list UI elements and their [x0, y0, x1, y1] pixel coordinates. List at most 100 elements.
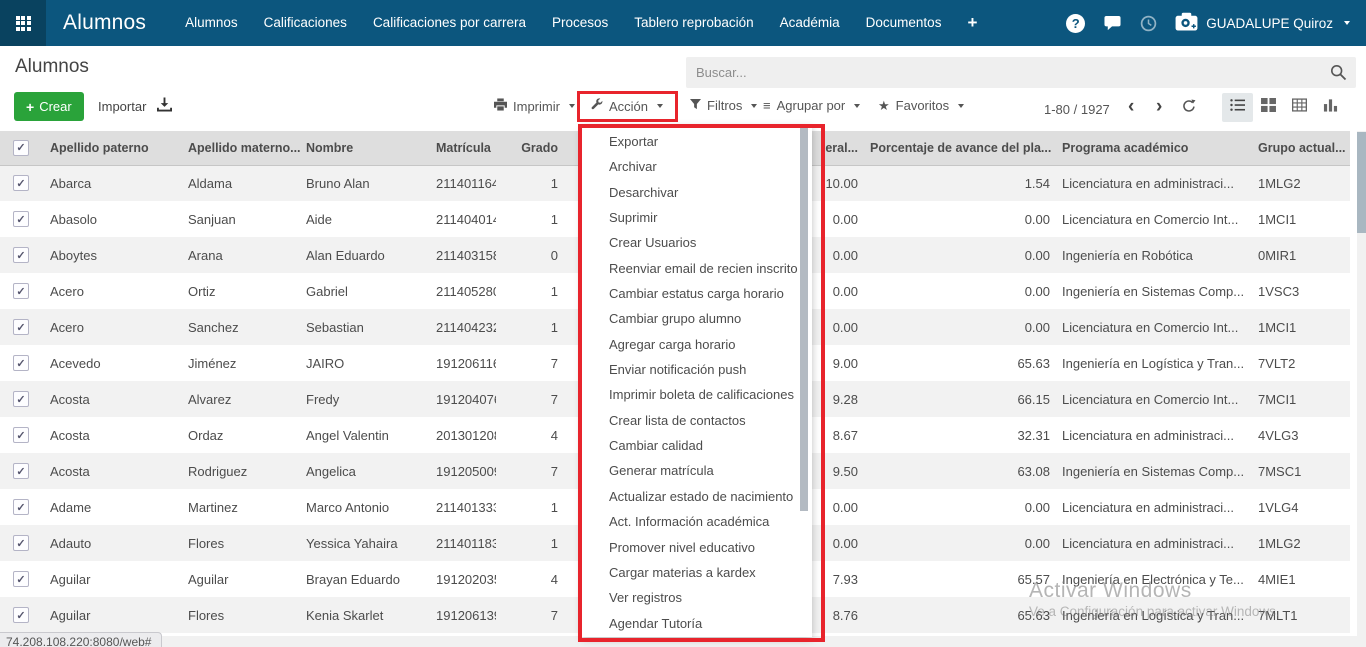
view-graph-button[interactable] [1315, 93, 1346, 122]
row-checkbox[interactable]: ✓ [13, 535, 29, 551]
app-brand[interactable]: Alumnos [46, 0, 172, 46]
action-item-agendar-tutoria[interactable]: Agendar Tutoría [582, 611, 812, 636]
action-item-crear-lista-de-contactos[interactable]: Crear lista de contactos [582, 408, 812, 433]
activity-clock-icon[interactable] [1140, 15, 1157, 32]
row-checkbox[interactable]: ✓ [13, 499, 29, 515]
nav-item-calificaciones-por-carrera[interactable]: Calificaciones por carrera [360, 0, 539, 46]
nav-item-alumnos[interactable]: Alumnos [172, 0, 251, 46]
cell-grado: 1 [496, 273, 564, 309]
view-pivot-button[interactable] [1284, 93, 1315, 122]
action-item-act-informacion-academica[interactable]: Act. Información académica [582, 509, 812, 534]
download-icon[interactable] [157, 97, 172, 117]
row-checkbox[interactable]: ✓ [13, 355, 29, 371]
col-header-grupo-actual[interactable]: Grupo actual... [1252, 131, 1350, 165]
row-checkbox[interactable]: ✓ [13, 427, 29, 443]
col-header-porcentaje-avance[interactable]: Porcentaje de avance del pla... [864, 131, 1056, 165]
filters-button[interactable]: Filtros [690, 98, 757, 113]
caret-down-icon [1344, 21, 1350, 25]
user-menu-button[interactable]: GUADALUPE Quiroz [1175, 12, 1350, 34]
row-checkbox[interactable]: ✓ [13, 175, 29, 191]
view-list-button[interactable] [1222, 93, 1253, 122]
search-icon[interactable] [1330, 64, 1356, 81]
cell-select: ✓ [0, 525, 44, 561]
horizontal-scrollbar[interactable] [0, 636, 1357, 647]
action-item-archivar[interactable]: Archivar [582, 154, 812, 179]
action-item-agregar-carga-horario[interactable]: Agregar carga horario [582, 332, 812, 357]
action-item-generar-matricula[interactable]: Generar matrícula [582, 458, 812, 483]
cell-nombre: Gabriel [300, 273, 430, 309]
nav-item-documentos[interactable]: Documentos [853, 0, 955, 46]
cell-apellido-materno: Sanchez [182, 309, 300, 345]
action-item-promover-nivel-educativo[interactable]: Promover nivel educativo [582, 535, 812, 560]
action-item-enviar-notificacion-push[interactable]: Enviar notificación push [582, 357, 812, 382]
cell-grado: 1 [496, 525, 564, 561]
action-item-ver-registros[interactable]: Ver registros [582, 585, 812, 610]
cell-matricula: 191202035 [430, 561, 496, 597]
action-item-crear-usuarios[interactable]: Crear Usuarios [582, 230, 812, 255]
cell-porcentaje-avance: 65.63 [864, 597, 1056, 633]
row-checkbox[interactable]: ✓ [13, 571, 29, 587]
nav-item-tablero-reprobacion[interactable]: Tablero reprobación [621, 0, 766, 46]
cell-grupo-actual: 0MIR1 [1252, 237, 1350, 273]
cell-apellido-paterno: Acero [44, 273, 182, 309]
print-menu-button[interactable]: Imprimir [494, 98, 575, 114]
action-dropdown-menu: ExportarArchivarDesarchivarSuprimirCrear… [582, 126, 812, 637]
chat-icon[interactable] [1103, 15, 1122, 32]
import-button[interactable]: Importar [98, 99, 146, 114]
refresh-button[interactable] [1182, 99, 1196, 118]
pager-range: 1-80 / 1927 [1044, 102, 1110, 117]
action-menu-button[interactable]: Acción [590, 98, 663, 114]
pager-prev-button[interactable]: ‹ [1128, 94, 1134, 121]
cell-grupo-actual: 1MCI1 [1252, 309, 1350, 345]
vertical-scrollbar[interactable] [1357, 131, 1366, 647]
col-header-select[interactable]: ✓ [0, 131, 44, 165]
select-all-checkbox[interactable]: ✓ [13, 140, 29, 156]
row-checkbox[interactable]: ✓ [13, 391, 29, 407]
cell-grupo-actual: 7MSC1 [1252, 453, 1350, 489]
cell-apellido-materno: Rodriguez [182, 453, 300, 489]
action-item-actualizar-estado-de-nacimiento[interactable]: Actualizar estado de nacimiento [582, 484, 812, 509]
row-checkbox[interactable]: ✓ [13, 607, 29, 623]
vertical-scrollbar-thumb[interactable] [1357, 132, 1366, 233]
nav-item-procesos[interactable]: Procesos [539, 0, 621, 46]
action-item-cambiar-calidad[interactable]: Cambiar calidad [582, 433, 812, 458]
col-header-programa-academico[interactable]: Programa académico [1056, 131, 1252, 165]
action-item-suprimir[interactable]: Suprimir [582, 205, 812, 230]
action-item-desarchivar[interactable]: Desarchivar [582, 180, 812, 205]
pager-next-button[interactable]: › [1156, 94, 1162, 121]
row-checkbox[interactable]: ✓ [13, 283, 29, 299]
action-item-imprimir-boleta-de-calificaciones[interactable]: Imprimir boleta de calificaciones [582, 382, 812, 407]
nav-item-academia[interactable]: Académia [767, 0, 853, 46]
nav-item-calificaciones[interactable]: Calificaciones [251, 0, 360, 46]
search-input[interactable] [686, 65, 1330, 80]
view-kanban-button[interactable] [1253, 93, 1284, 122]
cell-matricula: 211401183 [430, 525, 496, 561]
row-checkbox[interactable]: ✓ [13, 319, 29, 335]
col-header-matricula[interactable]: Matrícula [430, 131, 496, 165]
apps-menu-button[interactable] [0, 0, 46, 46]
col-header-apellido-materno[interactable]: Apellido materno... [182, 131, 300, 165]
help-icon[interactable]: ? [1066, 14, 1085, 33]
caret-down-icon [854, 104, 860, 108]
cell-nombre: Marco Antonio [300, 489, 430, 525]
group-by-button[interactable]: ≡ Agrupar por [763, 98, 860, 113]
browser-status-url: 74.208.108.220:8080/web# [0, 632, 162, 647]
dropdown-scrollbar-thumb[interactable] [800, 128, 808, 511]
row-checkbox[interactable]: ✓ [13, 463, 29, 479]
cell-select: ✓ [0, 597, 44, 633]
create-button[interactable]: + Crear [14, 92, 84, 121]
favorites-button[interactable]: ★ Favoritos [878, 98, 964, 113]
cell-programa-academico: Licenciatura en administraci... [1056, 489, 1252, 525]
user-name: GUADALUPE Quiroz [1206, 16, 1333, 31]
col-header-nombre[interactable]: Nombre [300, 131, 430, 165]
action-item-cargar-materias-a-kardex[interactable]: Cargar materias a kardex [582, 560, 812, 585]
col-header-apellido-paterno[interactable]: Apellido paterno [44, 131, 182, 165]
row-checkbox[interactable]: ✓ [13, 247, 29, 263]
action-item-cambiar-grupo-alumno[interactable]: Cambiar grupo alumno [582, 306, 812, 331]
action-item-reenviar-email-de-recien-inscrito[interactable]: Reenviar email de recien inscrito [582, 256, 812, 281]
col-header-grado[interactable]: Grado [496, 131, 564, 165]
row-checkbox[interactable]: ✓ [13, 211, 29, 227]
action-item-exportar[interactable]: Exportar [582, 129, 812, 154]
nav-item-add[interactable]: + [954, 0, 990, 46]
action-item-cambiar-estatus-carga-horario[interactable]: Cambiar estatus carga horario [582, 281, 812, 306]
